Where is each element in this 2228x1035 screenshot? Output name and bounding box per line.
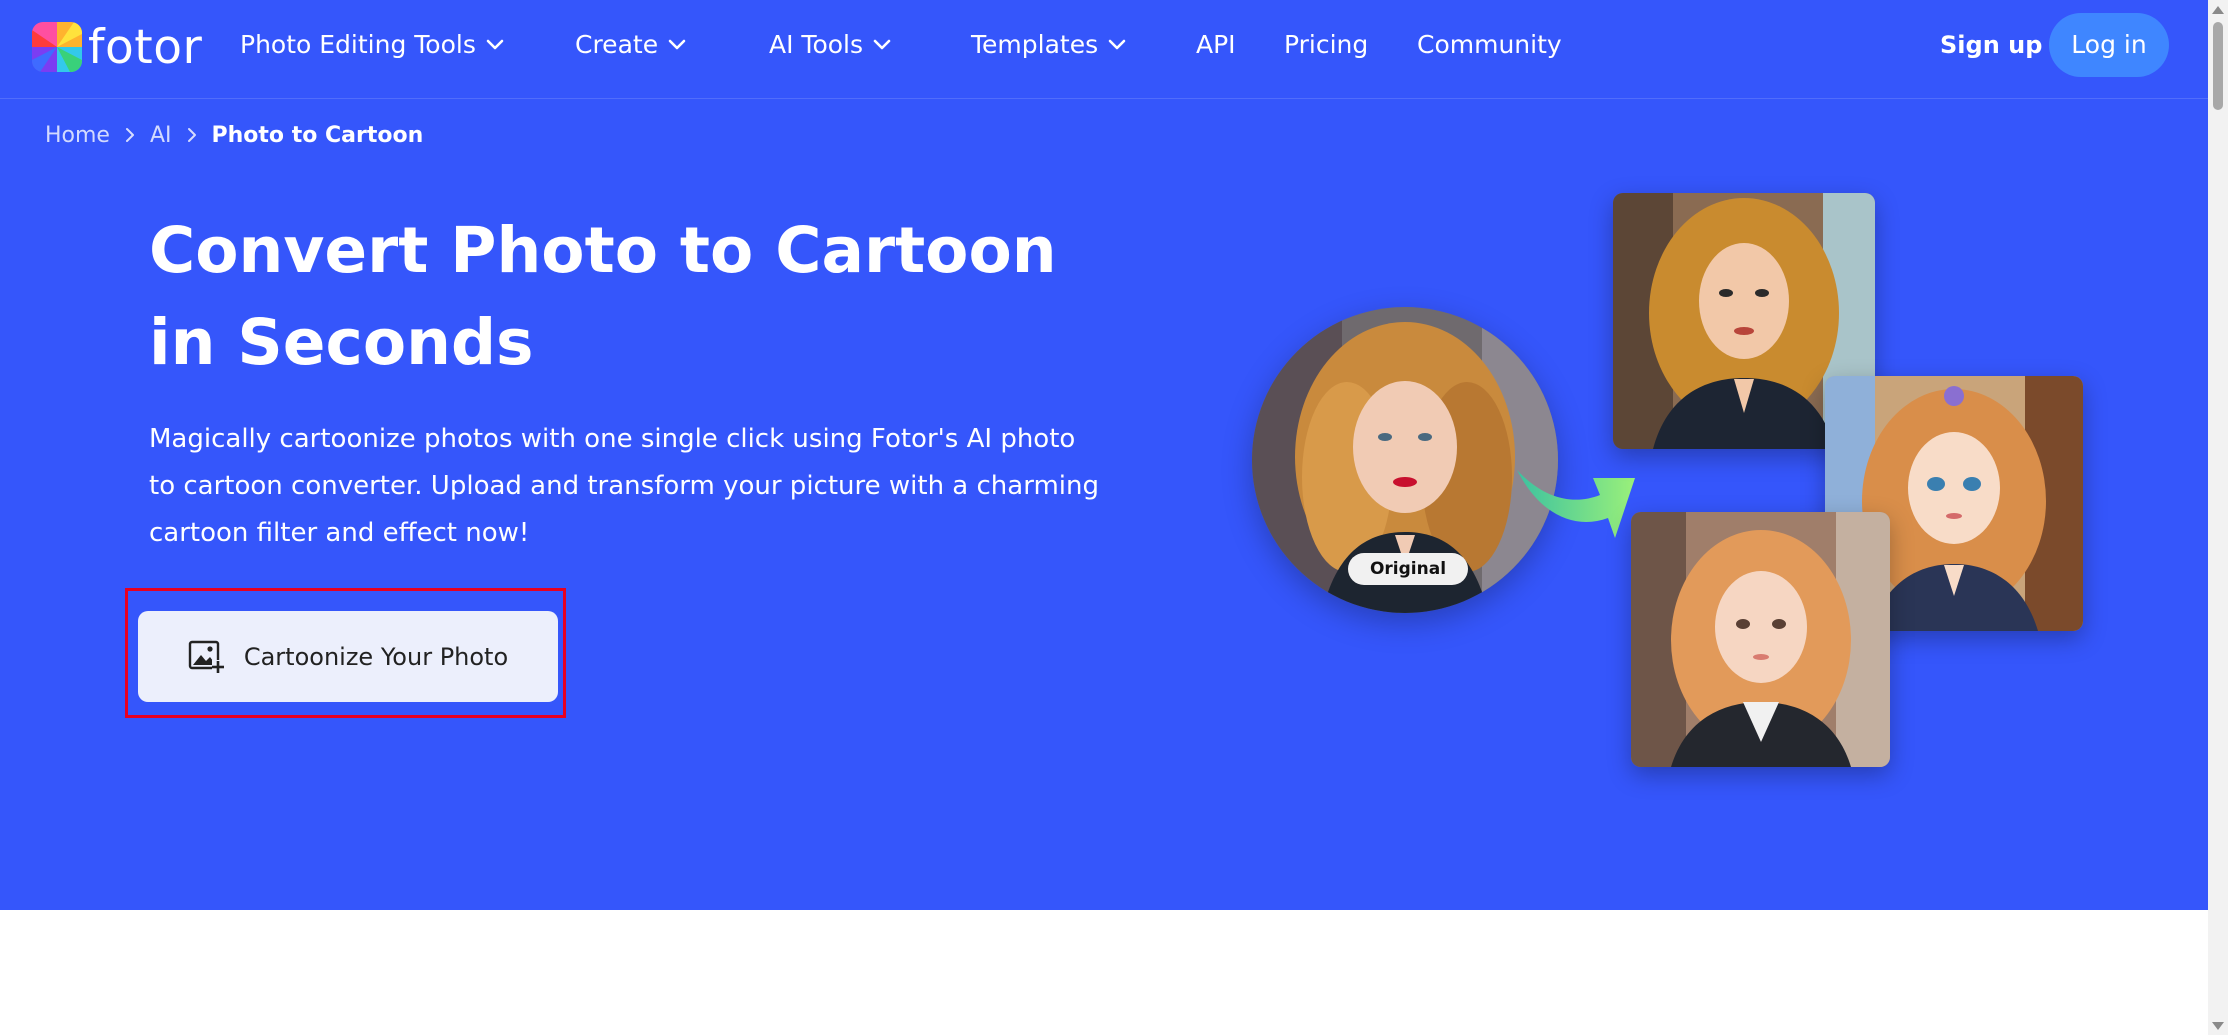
nav-create[interactable]: Create (575, 28, 686, 62)
nav-item-label: Pricing (1284, 28, 1368, 62)
nav-item-label: Templates (971, 28, 1098, 62)
nav-item-label: Photo Editing Tools (240, 28, 476, 62)
page-title: Convert Photo to Cartoon in Seconds (149, 205, 1129, 389)
breadcrumb: Home AI Photo to Cartoon (45, 120, 423, 150)
chevron-down-icon (486, 39, 504, 51)
chevron-down-icon (668, 39, 686, 51)
breadcrumb-ai[interactable]: AI (150, 123, 172, 148)
scroll-up-icon[interactable] (2212, 6, 2224, 14)
nav-ai-tools[interactable]: AI Tools (769, 28, 891, 62)
nav-item-label: API (1196, 28, 1236, 62)
fotor-logo[interactable]: fotor (32, 20, 202, 74)
page-scrollbar[interactable] (2208, 0, 2228, 1035)
breadcrumb-home[interactable]: Home (45, 123, 110, 148)
nav-templates[interactable]: Templates (971, 28, 1126, 62)
nav-api[interactable]: API (1196, 28, 1236, 62)
chevron-down-icon (873, 39, 891, 51)
curved-arrow-icon (1515, 440, 1640, 540)
chevron-down-icon (1108, 39, 1126, 51)
hero-section: fotor Photo Editing Tools Create AI Tool… (0, 0, 2208, 910)
top-navigation: fotor Photo Editing Tools Create AI Tool… (0, 0, 2208, 99)
scroll-down-icon[interactable] (2212, 1022, 2224, 1030)
nav-pricing[interactable]: Pricing (1284, 28, 1368, 62)
cta-label: Cartoonize Your Photo (244, 643, 508, 671)
cartoonize-photo-button[interactable]: Cartoonize Your Photo (138, 611, 558, 702)
fotor-logo-icon (32, 22, 82, 72)
nav-item-label: Community (1417, 28, 1562, 62)
chevron-right-icon (125, 127, 135, 143)
signup-link[interactable]: Sign up (1940, 28, 2042, 62)
original-badge: Original (1348, 553, 1468, 585)
cartoon-result-3 (1631, 512, 1890, 767)
nav-community[interactable]: Community (1417, 28, 1562, 62)
brand-name: fotor (88, 24, 202, 71)
hero-description: Magically cartoonize photos with one sin… (149, 416, 1099, 557)
nav-item-label: AI Tools (769, 28, 863, 62)
scrollbar-thumb[interactable] (2213, 22, 2223, 110)
chevron-right-icon (187, 127, 197, 143)
nav-item-label: Create (575, 28, 658, 62)
login-button[interactable]: Log in (2049, 13, 2169, 77)
breadcrumb-current: Photo to Cartoon (212, 123, 424, 148)
nav-photo-editing-tools[interactable]: Photo Editing Tools (240, 28, 504, 62)
add-image-icon (188, 640, 224, 674)
